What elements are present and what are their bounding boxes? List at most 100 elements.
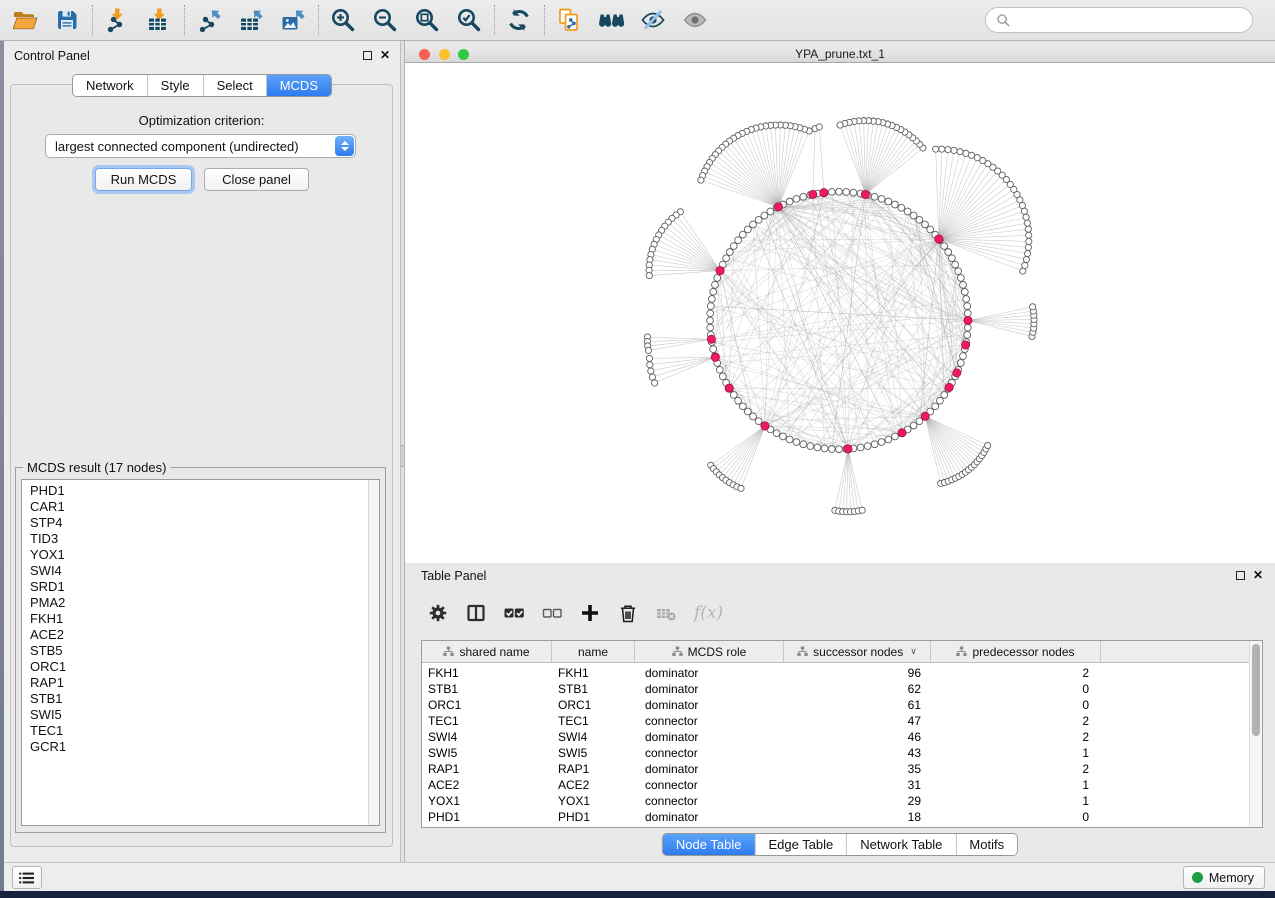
tab-mcds[interactable]: MCDS [266, 75, 331, 96]
mcds-hub-node[interactable] [861, 190, 869, 198]
ring-node[interactable] [773, 430, 780, 437]
mcds-result-item[interactable]: ORC1 [22, 659, 379, 675]
ring-node[interactable] [836, 188, 843, 195]
ring-node[interactable] [871, 441, 878, 448]
apply-function-button[interactable]: f(x) [694, 603, 723, 623]
mcds-result-item[interactable]: CAR1 [22, 499, 379, 515]
leaf-node[interactable] [1030, 304, 1036, 310]
ring-node[interactable] [945, 249, 952, 256]
optimization-criterion-select[interactable]: largest connected component (undirected) [45, 134, 356, 158]
ring-node[interactable] [750, 413, 757, 420]
network-graph[interactable] [405, 63, 1275, 563]
float-panel-icon[interactable] [363, 51, 372, 60]
mcds-hub-node[interactable] [921, 412, 929, 420]
mcds-hub-node[interactable] [964, 316, 972, 324]
ring-node[interactable] [878, 439, 885, 446]
export-network-button[interactable] [192, 3, 226, 37]
ring-node[interactable] [710, 346, 717, 353]
splitter-handle-icon[interactable] [401, 445, 404, 467]
ring-node[interactable] [864, 443, 871, 450]
mcds-result-scrollbar[interactable] [368, 480, 379, 825]
ring-node[interactable] [937, 397, 944, 404]
ring-node[interactable] [707, 324, 714, 331]
ring-node[interactable] [780, 433, 787, 440]
ring-node[interactable] [964, 331, 971, 338]
mcds-hub-node[interactable] [962, 341, 970, 349]
delete-columns-button[interactable] [616, 601, 640, 625]
leaf-node[interactable] [648, 368, 654, 374]
mcds-result-list[interactable]: PHD1CAR1STP4TID3YOX1SWI4SRD1PMA2FKH1ACE2… [21, 479, 380, 826]
ring-node[interactable] [707, 310, 714, 317]
mcds-result-item[interactable]: TEC1 [22, 723, 379, 739]
ring-node[interactable] [723, 255, 730, 262]
ring-node[interactable] [949, 255, 956, 262]
table-scrollbar-thumb[interactable] [1252, 644, 1260, 736]
mcds-hub-node[interactable] [774, 203, 782, 211]
mcds-result-item[interactable]: SWI4 [22, 563, 379, 579]
leaf-node[interactable] [698, 177, 704, 183]
table-row[interactable]: FKH1FKH1dominator962 [422, 665, 1249, 681]
leaf-node[interactable] [933, 146, 939, 152]
ring-node[interactable] [714, 275, 721, 282]
ring-node[interactable] [898, 204, 905, 211]
table-row[interactable]: TEC1TEC1connector472 [422, 713, 1249, 729]
ring-node[interactable] [786, 198, 793, 205]
leaf-node[interactable] [1025, 226, 1031, 232]
table-row[interactable]: ACE2ACE2connector311 [422, 777, 1249, 793]
table-row[interactable]: SWI4SWI4dominator462 [422, 729, 1249, 745]
leaf-node[interactable] [963, 150, 969, 156]
mcds-hub-node[interactable] [761, 422, 769, 430]
select-all-rows-button[interactable] [502, 601, 526, 625]
ring-node[interactable] [957, 275, 964, 282]
leaf-node[interactable] [647, 362, 653, 368]
memory-button[interactable]: Memory [1183, 866, 1265, 889]
show-all-button[interactable] [678, 3, 712, 37]
leaf-node[interactable] [652, 380, 658, 386]
ring-node[interactable] [904, 208, 911, 215]
table-scrollbar[interactable] [1249, 641, 1262, 827]
tab-style[interactable]: Style [147, 75, 203, 96]
mcds-hub-node[interactable] [945, 383, 953, 391]
mcds-result-item[interactable]: SRD1 [22, 579, 379, 595]
mcds-hub-node[interactable] [809, 190, 817, 198]
open-file-button[interactable] [8, 3, 42, 37]
ring-node[interactable] [964, 324, 971, 331]
task-history-button[interactable] [12, 866, 42, 889]
leaf-node[interactable] [859, 507, 865, 513]
export-table-button[interactable] [234, 3, 268, 37]
close-table-panel-icon[interactable]: ✕ [1253, 568, 1263, 582]
close-panel-button[interactable]: Close panel [204, 168, 309, 191]
ring-node[interactable] [892, 433, 899, 440]
ring-node[interactable] [735, 237, 742, 244]
ring-node[interactable] [941, 243, 948, 250]
tab-network-table[interactable]: Network Table [846, 834, 955, 855]
leaf-node[interactable] [1025, 244, 1031, 250]
ring-node[interactable] [964, 310, 971, 317]
ring-node[interactable] [800, 441, 807, 448]
leaf-node[interactable] [951, 147, 957, 153]
ring-node[interactable] [800, 193, 807, 200]
ring-node[interactable] [960, 353, 967, 360]
sort-indicator-icon[interactable]: ∨ [910, 646, 917, 657]
column-header-shared-name[interactable]: shared name [422, 641, 552, 662]
network-view-titlebar[interactable]: YPA_prune.txt_1 [405, 45, 1275, 63]
ring-node[interactable] [960, 281, 967, 288]
ring-node[interactable] [885, 436, 892, 443]
ring-node[interactable] [730, 243, 737, 250]
ring-node[interactable] [755, 418, 762, 425]
mcds-result-item[interactable]: TID3 [22, 531, 379, 547]
table-row[interactable]: SWI5SWI5connector431 [422, 745, 1249, 761]
leaf-node[interactable] [646, 355, 652, 361]
leaf-node[interactable] [738, 485, 744, 491]
leaf-node[interactable] [646, 272, 652, 278]
hide-selected-button[interactable] [636, 3, 670, 37]
ring-node[interactable] [708, 296, 715, 303]
tab-select[interactable]: Select [203, 75, 266, 96]
zoom-out-button[interactable] [368, 3, 402, 37]
leaf-node[interactable] [816, 124, 822, 130]
ring-node[interactable] [712, 281, 719, 288]
mcds-result-item[interactable]: SWI5 [22, 707, 379, 723]
deselect-all-rows-button[interactable] [540, 601, 564, 625]
first-neighbors-button[interactable] [594, 3, 628, 37]
save-session-button[interactable] [50, 3, 84, 37]
